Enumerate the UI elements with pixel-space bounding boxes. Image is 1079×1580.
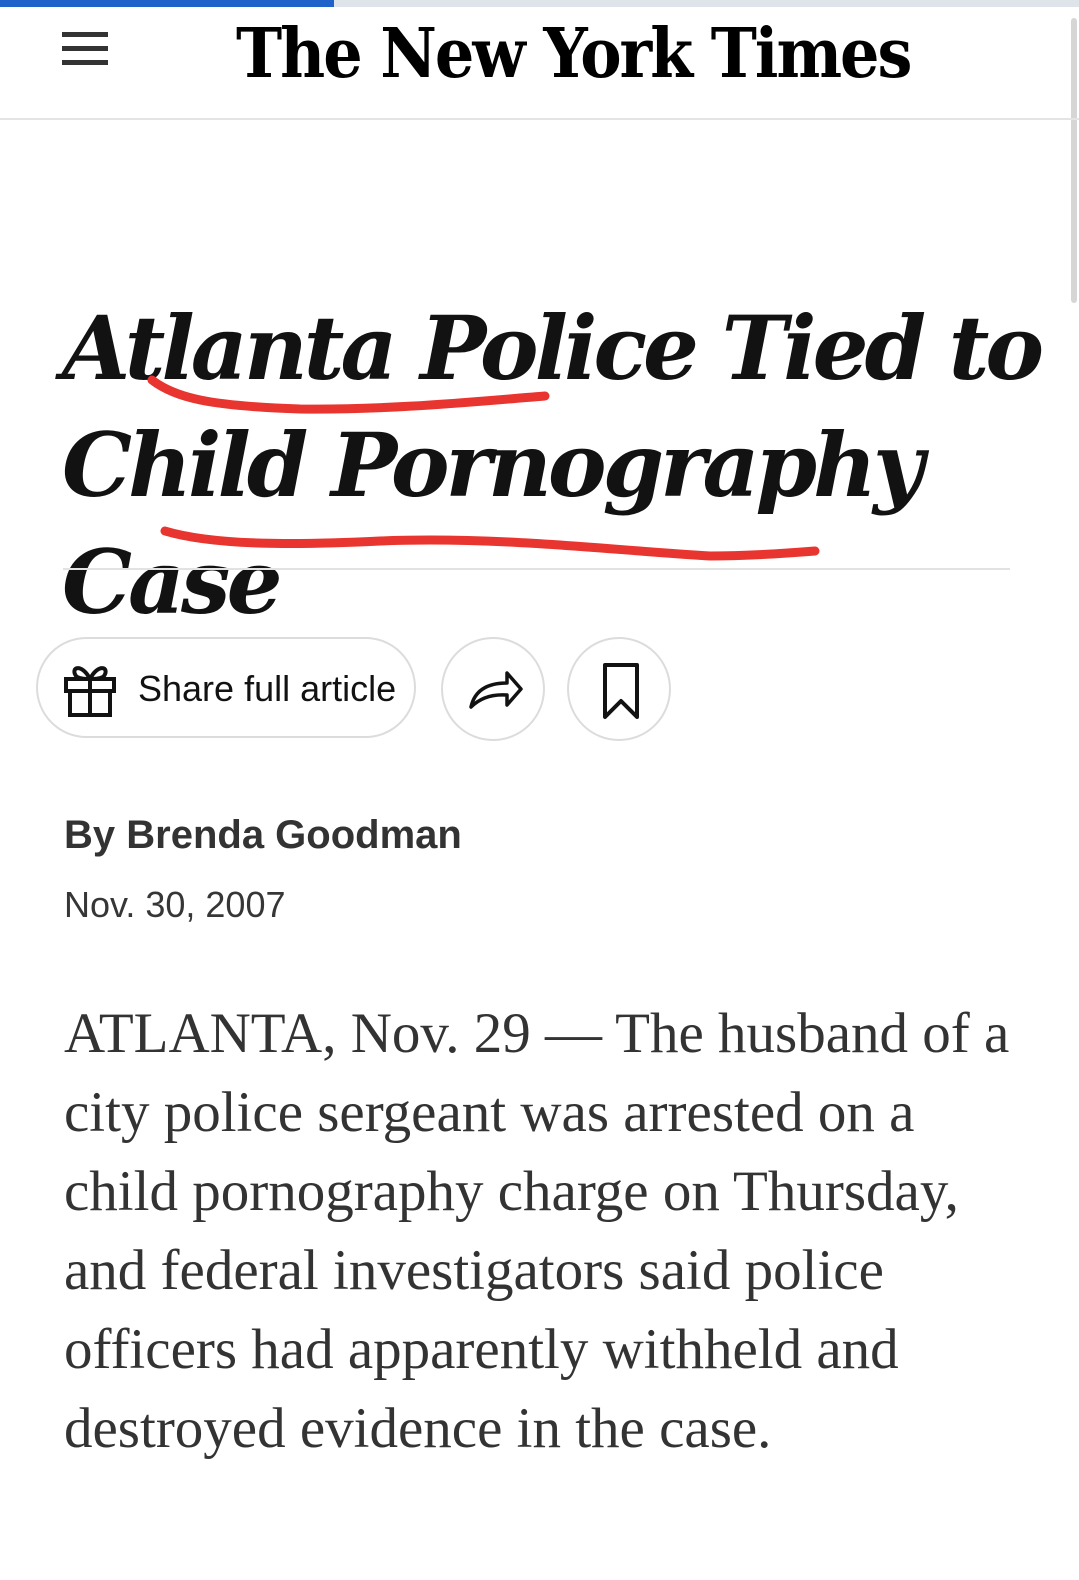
article-date: Nov. 30, 2007 (64, 884, 286, 925)
bookmark-button[interactable] (567, 637, 671, 741)
share-arrow-icon (469, 671, 523, 709)
bookmark-icon (603, 663, 639, 719)
page-load-progress-fill (0, 0, 335, 7)
share-full-article-button[interactable]: Share full article (36, 637, 416, 738)
gift-icon (64, 666, 116, 717)
headline-divider (63, 568, 1010, 570)
article-body-paragraph: ATLANTA, Nov. 29 — The husband of a city… (64, 1002, 1010, 1460)
nyt-logo[interactable]: The New York Times (236, 10, 912, 98)
hamburger-menu-icon[interactable] (62, 32, 108, 66)
article-headline: Atlanta Police Tied to Child Pornography… (62, 296, 1044, 634)
article-byline[interactable]: By Brenda Goodman (64, 812, 462, 858)
share-full-article-label: Share full article (138, 668, 397, 709)
masthead: The New York Times (0, 8, 1079, 120)
page-load-progress-track (0, 0, 1079, 7)
share-button[interactable] (441, 637, 545, 741)
